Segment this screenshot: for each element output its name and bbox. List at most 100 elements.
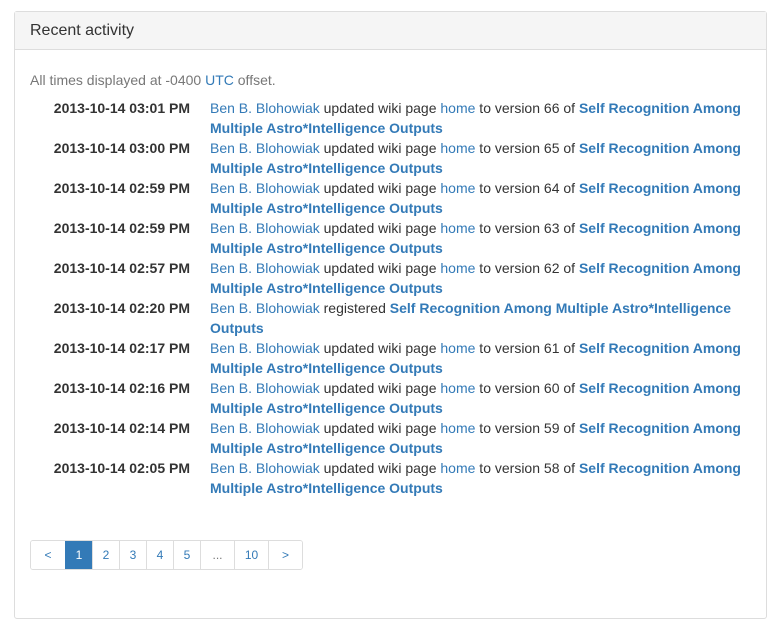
to-version-text: to version xyxy=(475,340,544,356)
version-number: 65 xyxy=(543,140,560,156)
user-link[interactable]: Ben B. Blohowiak xyxy=(210,420,320,436)
wiki-page-link[interactable]: home xyxy=(440,220,475,236)
pagination-page[interactable]: 4 xyxy=(146,541,173,569)
version-number: 58 xyxy=(543,460,560,476)
user-link[interactable]: Ben B. Blohowiak xyxy=(210,140,320,156)
activity-list: 2013-10-14 03:01 PM Ben B. Blohowiak upda… xyxy=(30,98,751,498)
version-number: 60 xyxy=(543,380,560,396)
pagination-page[interactable]: 1 xyxy=(65,541,92,569)
activity-row: 2013-10-14 02:59 PM Ben B. Blohowiak upda… xyxy=(30,218,751,258)
wiki-page-link[interactable]: home xyxy=(440,140,475,156)
version-number: 61 xyxy=(543,340,560,356)
of-text: of xyxy=(559,180,579,196)
activity-row: 2013-10-14 02:16 PM Ben B. Blohowiak upda… xyxy=(30,378,751,418)
activity-action: updated wiki page xyxy=(323,340,437,356)
activity-timestamp: 2013-10-14 02:59 PM xyxy=(53,180,190,196)
activity-row: 2013-10-14 02:05 PM Ben B. Blohowiak upda… xyxy=(30,458,751,498)
activity-row: 2013-10-14 02:17 PM Ben B. Blohowiak upda… xyxy=(30,338,751,378)
wiki-page-link[interactable]: home xyxy=(440,260,475,276)
user-link[interactable]: Ben B. Blohowiak xyxy=(210,300,320,316)
user-link[interactable]: Ben B. Blohowiak xyxy=(210,260,320,276)
activity-timestamp: 2013-10-14 02:57 PM xyxy=(53,260,190,276)
of-text: of xyxy=(559,420,579,436)
activity-row: 2013-10-14 02:57 PM Ben B. Blohowiak upda… xyxy=(30,258,751,298)
activity-action: registered xyxy=(323,300,386,316)
of-text: of xyxy=(559,140,579,156)
activity-action: updated wiki page xyxy=(323,180,437,196)
user-link[interactable]: Ben B. Blohowiak xyxy=(210,220,320,236)
to-version-text: to version xyxy=(475,220,544,236)
activity-action: updated wiki page xyxy=(323,220,437,236)
version-number: 59 xyxy=(543,420,560,436)
panel-body: All times displayed at -0400 UTC offset.… xyxy=(15,50,766,498)
to-version-text: to version xyxy=(475,140,544,156)
activity-action: updated wiki page xyxy=(323,140,437,156)
activity-action: updated wiki page xyxy=(323,100,437,116)
to-version-text: to version xyxy=(475,380,544,396)
wiki-page-link[interactable]: home xyxy=(440,380,475,396)
activity-timestamp: 2013-10-14 02:05 PM xyxy=(53,460,190,476)
pagination-page[interactable]: 2 xyxy=(92,541,119,569)
activity-description: Ben B. Blohowiak updated wiki page home … xyxy=(210,218,750,258)
activity-timestamp: 2013-10-14 03:00 PM xyxy=(53,140,190,156)
activity-timestamp: 2013-10-14 02:20 PM xyxy=(53,300,190,316)
activity-description: Ben B. Blohowiak updated wiki page home … xyxy=(210,178,750,218)
pagination-page[interactable]: 3 xyxy=(119,541,146,569)
activity-timestamp: 2013-10-14 02:14 PM xyxy=(53,420,190,436)
wiki-page-link[interactable]: home xyxy=(440,180,475,196)
version-number: 64 xyxy=(543,180,560,196)
of-text: of xyxy=(559,100,579,116)
of-text: of xyxy=(559,340,579,356)
pagination-prev[interactable]: < xyxy=(31,541,65,569)
version-number: 63 xyxy=(543,220,560,236)
activity-row: 2013-10-14 02:59 PM Ben B. Blohowiak upda… xyxy=(30,178,751,218)
activity-description: Ben B. Blohowiak updated wiki page home … xyxy=(210,338,750,378)
activity-action: updated wiki page xyxy=(323,420,437,436)
recent-activity-panel: Recent activity All times displayed at -… xyxy=(14,11,767,619)
user-link[interactable]: Ben B. Blohowiak xyxy=(210,380,320,396)
activity-action: updated wiki page xyxy=(323,380,437,396)
wiki-page-link[interactable]: home xyxy=(440,340,475,356)
pagination: <1 2 3 4 5... 10 > xyxy=(30,540,303,570)
pagination-ellipsis: ... xyxy=(200,541,234,569)
activity-description: Ben B. Blohowiak updated wiki page home … xyxy=(210,258,750,298)
of-text: of xyxy=(559,380,579,396)
version-number: 66 xyxy=(543,100,560,116)
user-link[interactable]: Ben B. Blohowiak xyxy=(210,180,320,196)
pagination-next[interactable]: > xyxy=(268,541,302,569)
of-text: of xyxy=(559,460,579,476)
activity-timestamp: 2013-10-14 02:17 PM xyxy=(53,340,190,356)
pagination-page[interactable]: 5 xyxy=(173,541,200,569)
version-number: 62 xyxy=(543,260,560,276)
activity-description: Ben B. Blohowiak updated wiki page home … xyxy=(210,458,750,498)
activity-description: Ben B. Blohowiak updated wiki page home … xyxy=(210,138,750,178)
of-text: of xyxy=(559,260,579,276)
to-version-text: to version xyxy=(475,100,544,116)
timezone-note-prefix: All times displayed at -0400 xyxy=(30,72,206,88)
panel-title: Recent activity xyxy=(15,12,766,50)
activity-timestamp: 2013-10-14 02:16 PM xyxy=(53,380,190,396)
activity-description: Ben B. Blohowiak updated wiki page home … xyxy=(210,378,750,418)
activity-description: Ben B. Blohowiak registered Self Recogni… xyxy=(210,298,750,338)
to-version-text: to version xyxy=(475,260,544,276)
activity-timestamp: 2013-10-14 02:59 PM xyxy=(53,220,190,236)
user-link[interactable]: Ben B. Blohowiak xyxy=(210,340,320,356)
to-version-text: to version xyxy=(475,420,544,436)
timezone-note-suffix: offset. xyxy=(233,72,276,88)
user-link[interactable]: Ben B. Blohowiak xyxy=(210,100,320,116)
pagination-page[interactable]: 10 xyxy=(234,541,268,569)
of-text: of xyxy=(559,220,579,236)
activity-description: Ben B. Blohowiak updated wiki page home … xyxy=(210,98,750,138)
activity-action: updated wiki page xyxy=(323,260,437,276)
activity-row: 2013-10-14 02:20 PM Ben B. Blohowiak regi… xyxy=(30,298,751,338)
user-link[interactable]: Ben B. Blohowiak xyxy=(210,460,320,476)
activity-action: updated wiki page xyxy=(323,460,437,476)
activity-row: 2013-10-14 02:14 PM Ben B. Blohowiak upda… xyxy=(30,418,751,458)
wiki-page-link[interactable]: home xyxy=(440,460,475,476)
to-version-text: to version xyxy=(475,460,544,476)
activity-description: Ben B. Blohowiak updated wiki page home … xyxy=(210,418,750,458)
utc-link[interactable]: UTC xyxy=(205,72,234,88)
activity-row: 2013-10-14 03:00 PM Ben B. Blohowiak upda… xyxy=(30,138,751,178)
wiki-page-link[interactable]: home xyxy=(440,100,475,116)
wiki-page-link[interactable]: home xyxy=(440,420,475,436)
